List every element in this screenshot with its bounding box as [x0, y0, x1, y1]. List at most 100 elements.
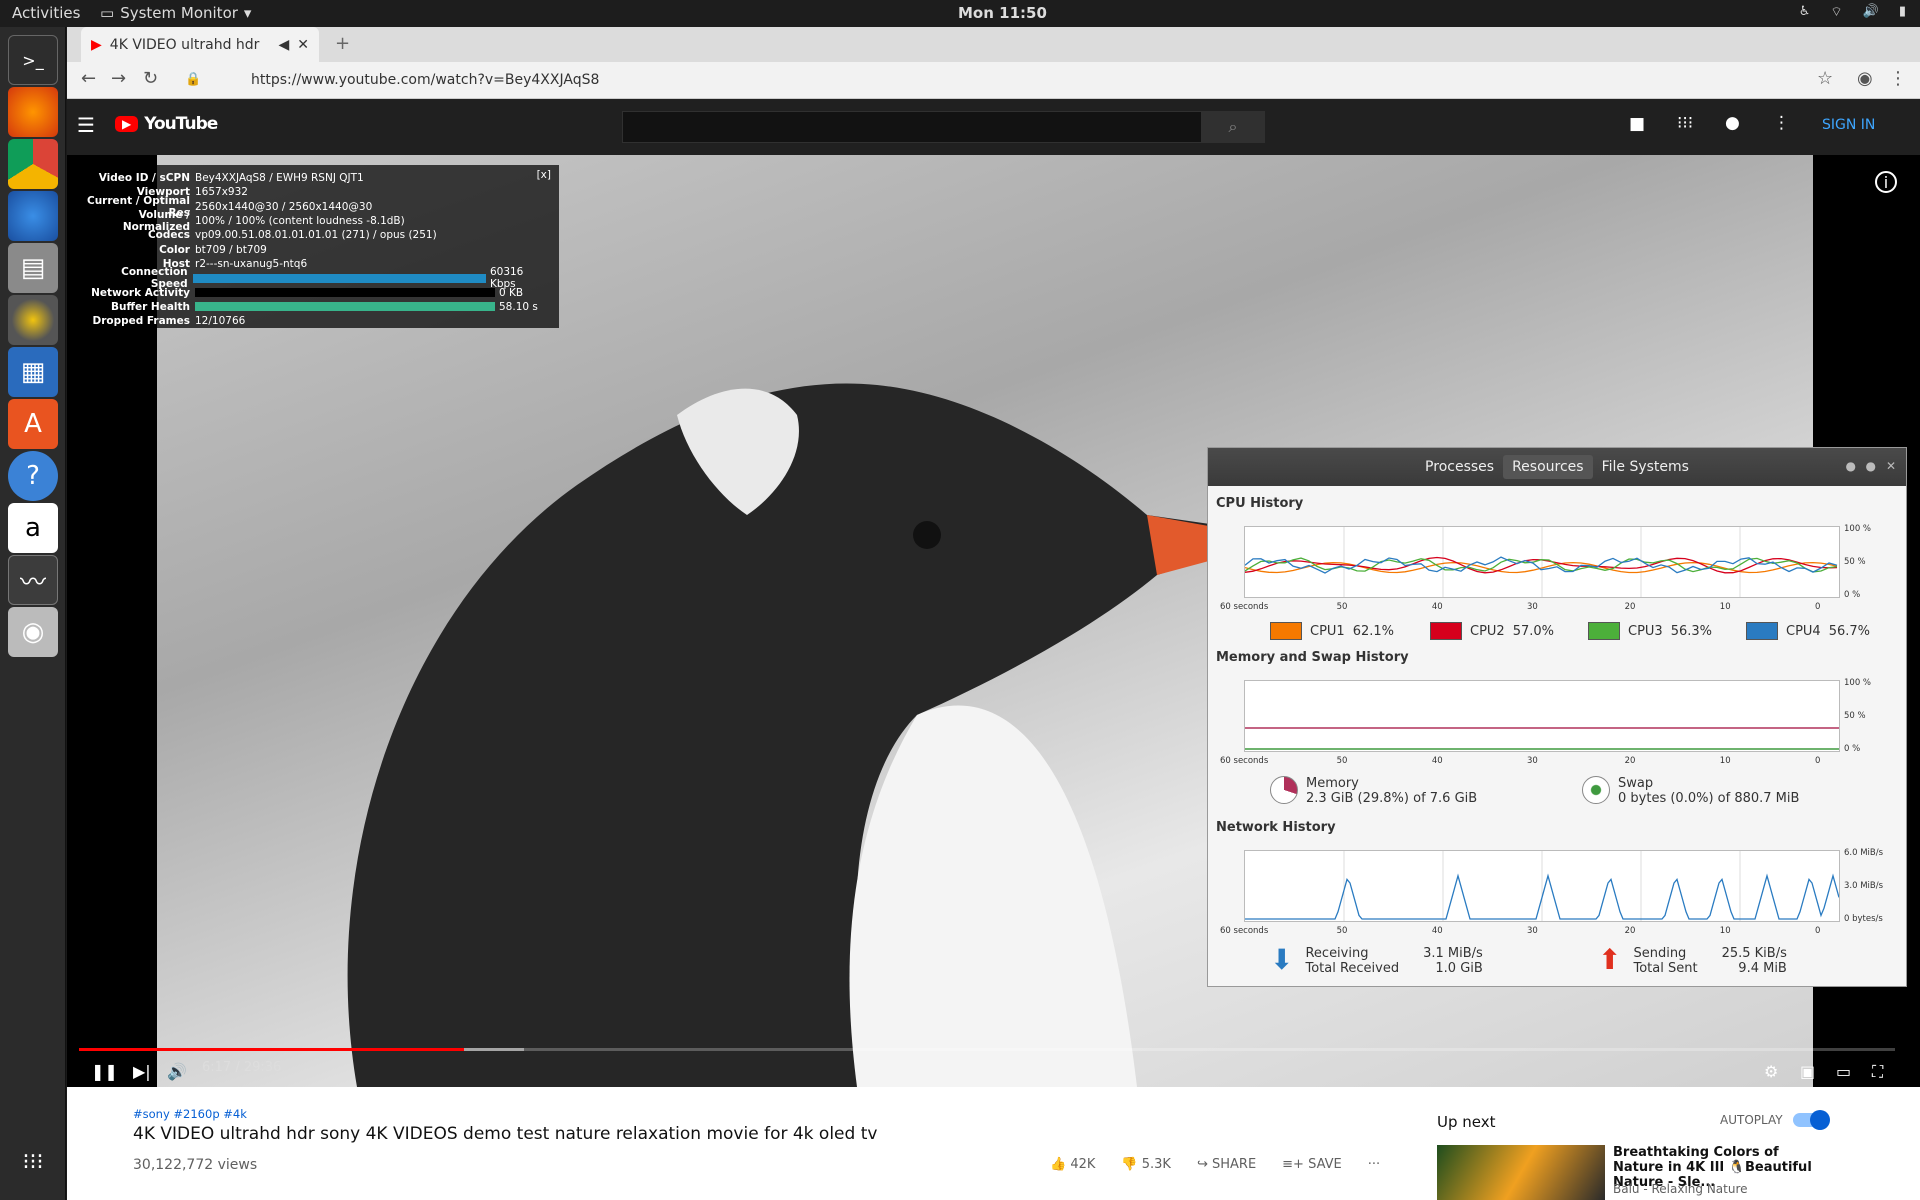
swap-pie-icon[interactable] — [1582, 776, 1610, 804]
minimize-icon[interactable]: ● — [1846, 459, 1856, 473]
memory-pie-icon[interactable] — [1270, 776, 1298, 804]
miniplayer-button[interactable]: ▣ — [1800, 1062, 1815, 1081]
total-received-label: Total Received — [1305, 961, 1400, 976]
apps-grid-icon[interactable]: ⁝⁝⁝ — [8, 1137, 58, 1187]
system-tray[interactable]: ♿ ⌔ 🔊 ▮ — [1799, 4, 1906, 20]
reload-button[interactable]: ↻ — [143, 68, 158, 89]
recommended-channel[interactable]: Balu - Relaxing Nature — [1613, 1182, 1748, 1196]
save-button[interactable]: ≡+ SAVE — [1282, 1157, 1342, 1172]
upload-arrow-icon[interactable]: ⬆ — [1598, 946, 1621, 976]
profile-icon[interactable]: ◉ — [1857, 68, 1873, 89]
speaker-icon[interactable]: ◀ — [278, 37, 289, 53]
sign-in-button[interactable]: SIGN IN — [1822, 117, 1875, 133]
autoplay-toggle[interactable] — [1792, 1110, 1830, 1130]
amazon-icon[interactable]: a — [8, 503, 58, 553]
app-menu[interactable]: ▭ System Monitor ▾ — [100, 4, 251, 22]
cpu3-swatch[interactable] — [1588, 622, 1620, 640]
x-tick-label: 40 — [1431, 926, 1443, 936]
accessibility-icon[interactable]: ♿ — [1799, 4, 1811, 20]
cpu2-swatch[interactable] — [1430, 622, 1462, 640]
share-button[interactable]: ↪ SHARE — [1197, 1157, 1256, 1172]
tab-file-systems[interactable]: File Systems — [1593, 459, 1698, 475]
stats-close-button[interactable]: [x] — [537, 169, 551, 181]
forward-button[interactable]: → — [111, 68, 126, 89]
youtube-header: ☰ ▶ YouTube ⌕ ■ ⁝⁝⁝ ● ⋮ SIGN IN — [67, 99, 1920, 155]
help-icon[interactable]: ? — [8, 451, 58, 501]
cpu1-swatch[interactable] — [1270, 622, 1302, 640]
settings-gear-icon[interactable]: ⚙ — [1764, 1062, 1778, 1081]
stats-row: Codecs vp09.00.51.08.01.01.01.01 (271) / … — [85, 228, 551, 242]
new-tab-button[interactable]: + — [335, 33, 350, 54]
receiving-label: Receiving — [1305, 946, 1369, 961]
autoplay-control: AUTOPLAY — [1720, 1110, 1830, 1130]
hashtags[interactable]: #sony #2160p #4k — [133, 1107, 247, 1121]
pause-button[interactable]: ❚❚ — [91, 1062, 118, 1081]
menu-kebab-icon[interactable]: ⋮ — [1889, 68, 1907, 89]
playlist-add-icon: ≡+ — [1282, 1157, 1304, 1172]
create-video-icon[interactable]: ■ — [1629, 114, 1645, 134]
firefox-icon[interactable] — [8, 87, 58, 137]
close-tab-icon[interactable]: ✕ — [297, 37, 309, 53]
stats-bar — [192, 273, 486, 283]
stats-bar-row: Network Activity 0 KB — [85, 285, 551, 299]
files-icon[interactable]: ▤ — [8, 243, 58, 293]
stats-value: 2560x1440@30 / 2560x1440@30 — [195, 200, 373, 213]
maximize-icon[interactable]: ● — [1866, 459, 1876, 473]
stats-value: 0 KB — [499, 286, 524, 299]
download-arrow-icon[interactable]: ⬇ — [1270, 946, 1293, 976]
fullscreen-button[interactable]: ⛶ — [1872, 1062, 1883, 1082]
activities-button[interactable]: Activities — [12, 4, 80, 22]
info-icon[interactable]: i — [1875, 171, 1897, 193]
volume-icon[interactable]: 🔊 — [1863, 4, 1879, 20]
next-button[interactable]: ▶| — [133, 1062, 151, 1081]
like-button[interactable]: 👍 42K — [1050, 1157, 1095, 1172]
search-button[interactable]: ⌕ — [1201, 111, 1265, 143]
video-info-section: #sony #2160p #4k 4K VIDEO ultrahd hdr so… — [67, 1087, 1920, 1200]
x-tick-label: 50 — [1336, 756, 1348, 766]
stats-key: Video ID / sCPN — [98, 172, 190, 185]
cpu4-legend: CPU4 56.7% — [1746, 622, 1870, 640]
apps-icon[interactable]: ⁝⁝⁝ — [1677, 113, 1693, 133]
recommended-thumbnail[interactable] — [1437, 1145, 1605, 1200]
messages-icon[interactable]: ● — [1725, 113, 1740, 133]
close-window-icon[interactable]: ✕ — [1886, 459, 1896, 473]
tab-processes[interactable]: Processes — [1416, 459, 1503, 475]
back-button[interactable]: ← — [81, 68, 96, 89]
system-monitor-icon: ▭ — [100, 4, 115, 22]
volume-button[interactable]: 🔊 — [167, 1062, 187, 1081]
stats-value: r2---sn-uxanug5-ntq6 — [195, 257, 308, 270]
battery-icon[interactable]: ▮ — [1899, 4, 1906, 20]
rhythmbox-icon[interactable] — [8, 295, 58, 345]
writer-icon[interactable]: ▦ — [8, 347, 58, 397]
dislike-button[interactable]: 👎 5.3K — [1121, 1157, 1171, 1172]
memory-legend: Memory 2.3 GiB (29.8%) of 7.6 GiB — [1270, 776, 1477, 806]
settings-kebab-icon[interactable]: ⋮ — [1773, 113, 1790, 133]
youtube-logo[interactable]: ▶ YouTube — [115, 114, 218, 134]
cpu4-swatch[interactable] — [1746, 622, 1778, 640]
terminal-icon[interactable]: >_ — [8, 35, 58, 85]
clock[interactable]: Mon 11:50 — [958, 4, 1047, 22]
bookmark-star-icon[interactable]: ☆ — [1817, 68, 1833, 89]
software-icon[interactable]: A — [8, 399, 58, 449]
search-input[interactable] — [622, 111, 1202, 143]
theater-mode-button[interactable]: ▭ — [1836, 1062, 1851, 1081]
tab-youtube[interactable]: ▶ 4K VIDEO ultrahd hdr ◀ ✕ — [81, 27, 319, 62]
share-label: SHARE — [1211, 1157, 1257, 1172]
chrome-icon[interactable] — [8, 139, 58, 189]
cpu-lines — [1244, 527, 1838, 597]
camera-icon[interactable]: ◉ — [8, 607, 58, 657]
swap-label: Swap — [1618, 776, 1654, 791]
logo-text: YouTube — [144, 114, 218, 134]
tab-resources[interactable]: Resources — [1503, 455, 1593, 479]
wifi-icon[interactable]: ⌔ — [1830, 4, 1842, 20]
chevron-down-icon: ▾ — [243, 4, 252, 22]
stats-row: Video ID / sCPN Bey4XXJAqS8 / EWH9 RSNJ Q… — [85, 171, 551, 185]
system-monitor-icon[interactable]: 〰 — [8, 555, 58, 605]
more-actions-icon[interactable]: ··· — [1368, 1157, 1380, 1172]
y-tick-label: 50 % — [1844, 711, 1866, 721]
x-tick-label: 20 — [1624, 756, 1636, 766]
y-tick-label: 0 % — [1844, 590, 1861, 600]
thunderbird-icon[interactable] — [8, 191, 58, 241]
hamburger-menu-icon[interactable]: ☰ — [77, 113, 95, 137]
url-field[interactable]: https://www.youtube.com/watch?v=Bey4XXJA… — [251, 72, 599, 88]
